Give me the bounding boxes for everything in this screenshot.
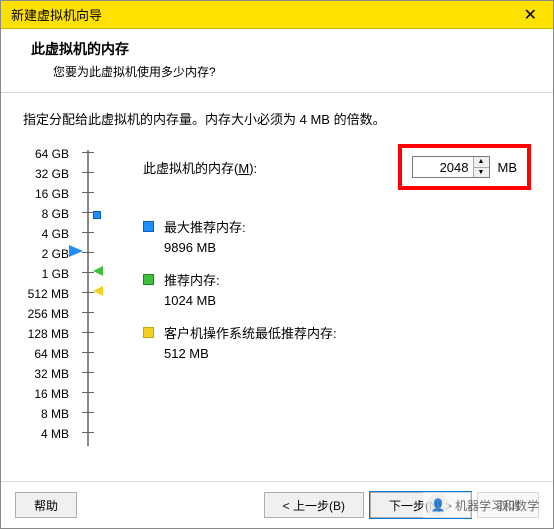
tick-mark xyxy=(82,292,94,293)
tick-mark xyxy=(82,372,94,373)
square-yellow-icon xyxy=(143,327,154,338)
spinner-down-icon[interactable]: ▼ xyxy=(474,168,489,178)
scale-label: 32 MB xyxy=(34,364,69,384)
scale-label: 16 GB xyxy=(35,184,69,204)
scale-label: 128 MB xyxy=(28,324,69,344)
tick-mark xyxy=(82,272,94,273)
tick-mark xyxy=(82,232,94,233)
min-recommend-text: 客户机操作系统最低推荐内存: 512 MB xyxy=(164,324,337,363)
scale-label: 8 MB xyxy=(41,404,69,424)
scale-label: 16 MB xyxy=(34,384,69,404)
scale-label: 2 GB xyxy=(42,244,69,264)
max-marker-icon xyxy=(93,211,101,219)
slider-track-line xyxy=(87,150,89,446)
recommend-text: 推荐内存: 1024 MB xyxy=(164,271,220,310)
tick-mark xyxy=(82,352,94,353)
spinner-up-icon[interactable]: ▲ xyxy=(474,157,489,168)
scale-label: 512 MB xyxy=(28,284,69,304)
content-area: 指定分配给此虚拟机的内存量。内存大小必须为 4 MB 的倍数。 64 GB32 … xyxy=(1,93,553,481)
square-blue-icon xyxy=(143,221,154,232)
square-green-icon xyxy=(143,274,154,285)
tick-mark xyxy=(82,212,94,213)
scale-label: 256 MB xyxy=(28,304,69,324)
memory-slider-column: 64 GB32 GB16 GB8 GB4 GB2 GB1 GB512 MB256… xyxy=(23,144,123,473)
footer: 帮助 < 上一步(B) 下一步(N) > 取消 👤 机器学习和数学 xyxy=(1,481,553,528)
max-recommend-text: 最大推荐内存: 9896 MB xyxy=(164,218,246,257)
memory-input[interactable] xyxy=(413,157,473,177)
memory-slider[interactable] xyxy=(73,148,103,448)
tick-mark xyxy=(82,172,94,173)
tick-mark xyxy=(82,412,94,413)
scale-label: 64 GB xyxy=(35,144,69,164)
instruction-text: 指定分配给此虚拟机的内存量。内存大小必须为 4 MB 的倍数。 xyxy=(23,109,531,128)
memory-label: 此虚拟机的内存(M): xyxy=(143,158,257,177)
scale-label: 1 GB xyxy=(42,264,69,284)
tick-mark xyxy=(82,312,94,313)
titlebar[interactable]: 新建虚拟机向导 ✕ xyxy=(1,1,553,29)
scale-labels: 64 GB32 GB16 GB8 GB4 GB2 GB1 GB512 MB256… xyxy=(23,144,73,444)
tick-mark xyxy=(82,332,94,333)
window-title: 新建虚拟机向导 xyxy=(11,5,102,24)
memory-input-highlight: ▲ ▼ MB xyxy=(398,144,532,190)
scale-label: 64 MB xyxy=(34,344,69,364)
header-title: 此虚拟机的内存 xyxy=(31,39,535,59)
scale-label: 8 GB xyxy=(42,204,69,224)
min-recommend-block: 客户机操作系统最低推荐内存: 512 MB xyxy=(143,324,531,363)
recommend-block: 推荐内存: 1024 MB xyxy=(143,271,531,310)
memory-spinner[interactable]: ▲ ▼ xyxy=(412,156,490,178)
tick-mark xyxy=(82,252,94,253)
tick-mark xyxy=(82,432,94,433)
max-recommend-block: 最大推荐内存: 9896 MB xyxy=(143,218,531,257)
tick-mark xyxy=(82,192,94,193)
recommended-marker-icon xyxy=(93,266,103,276)
help-button[interactable]: 帮助 xyxy=(15,492,77,518)
memory-input-row: 此虚拟机的内存(M): ▲ ▼ MB xyxy=(143,144,531,190)
memory-unit: MB xyxy=(498,160,518,175)
slider-thumb-icon[interactable] xyxy=(69,245,83,257)
header-subtitle: 您要为此虚拟机使用多少内存? xyxy=(31,63,535,80)
min-marker-icon xyxy=(93,286,103,296)
scale-label: 32 GB xyxy=(35,164,69,184)
wizard-window: 新建虚拟机向导 ✕ 此虚拟机的内存 您要为此虚拟机使用多少内存? 指定分配给此虚… xyxy=(0,0,554,529)
back-button[interactable]: < 上一步(B) xyxy=(264,492,364,518)
cancel-button[interactable]: 取消 xyxy=(477,492,539,518)
header-section: 此虚拟机的内存 您要为此虚拟机使用多少内存? xyxy=(1,29,553,93)
scale-label: 4 MB xyxy=(41,424,69,444)
close-icon[interactable]: ✕ xyxy=(516,5,545,25)
scale-label: 4 GB xyxy=(42,224,69,244)
spinner-buttons: ▲ ▼ xyxy=(473,157,489,177)
main-area: 64 GB32 GB16 GB8 GB4 GB2 GB1 GB512 MB256… xyxy=(23,144,531,473)
tick-mark xyxy=(82,392,94,393)
info-column: 此虚拟机的内存(M): ▲ ▼ MB xyxy=(123,144,531,473)
tick-mark xyxy=(82,152,94,153)
next-button[interactable]: 下一步(N) > xyxy=(370,492,471,518)
